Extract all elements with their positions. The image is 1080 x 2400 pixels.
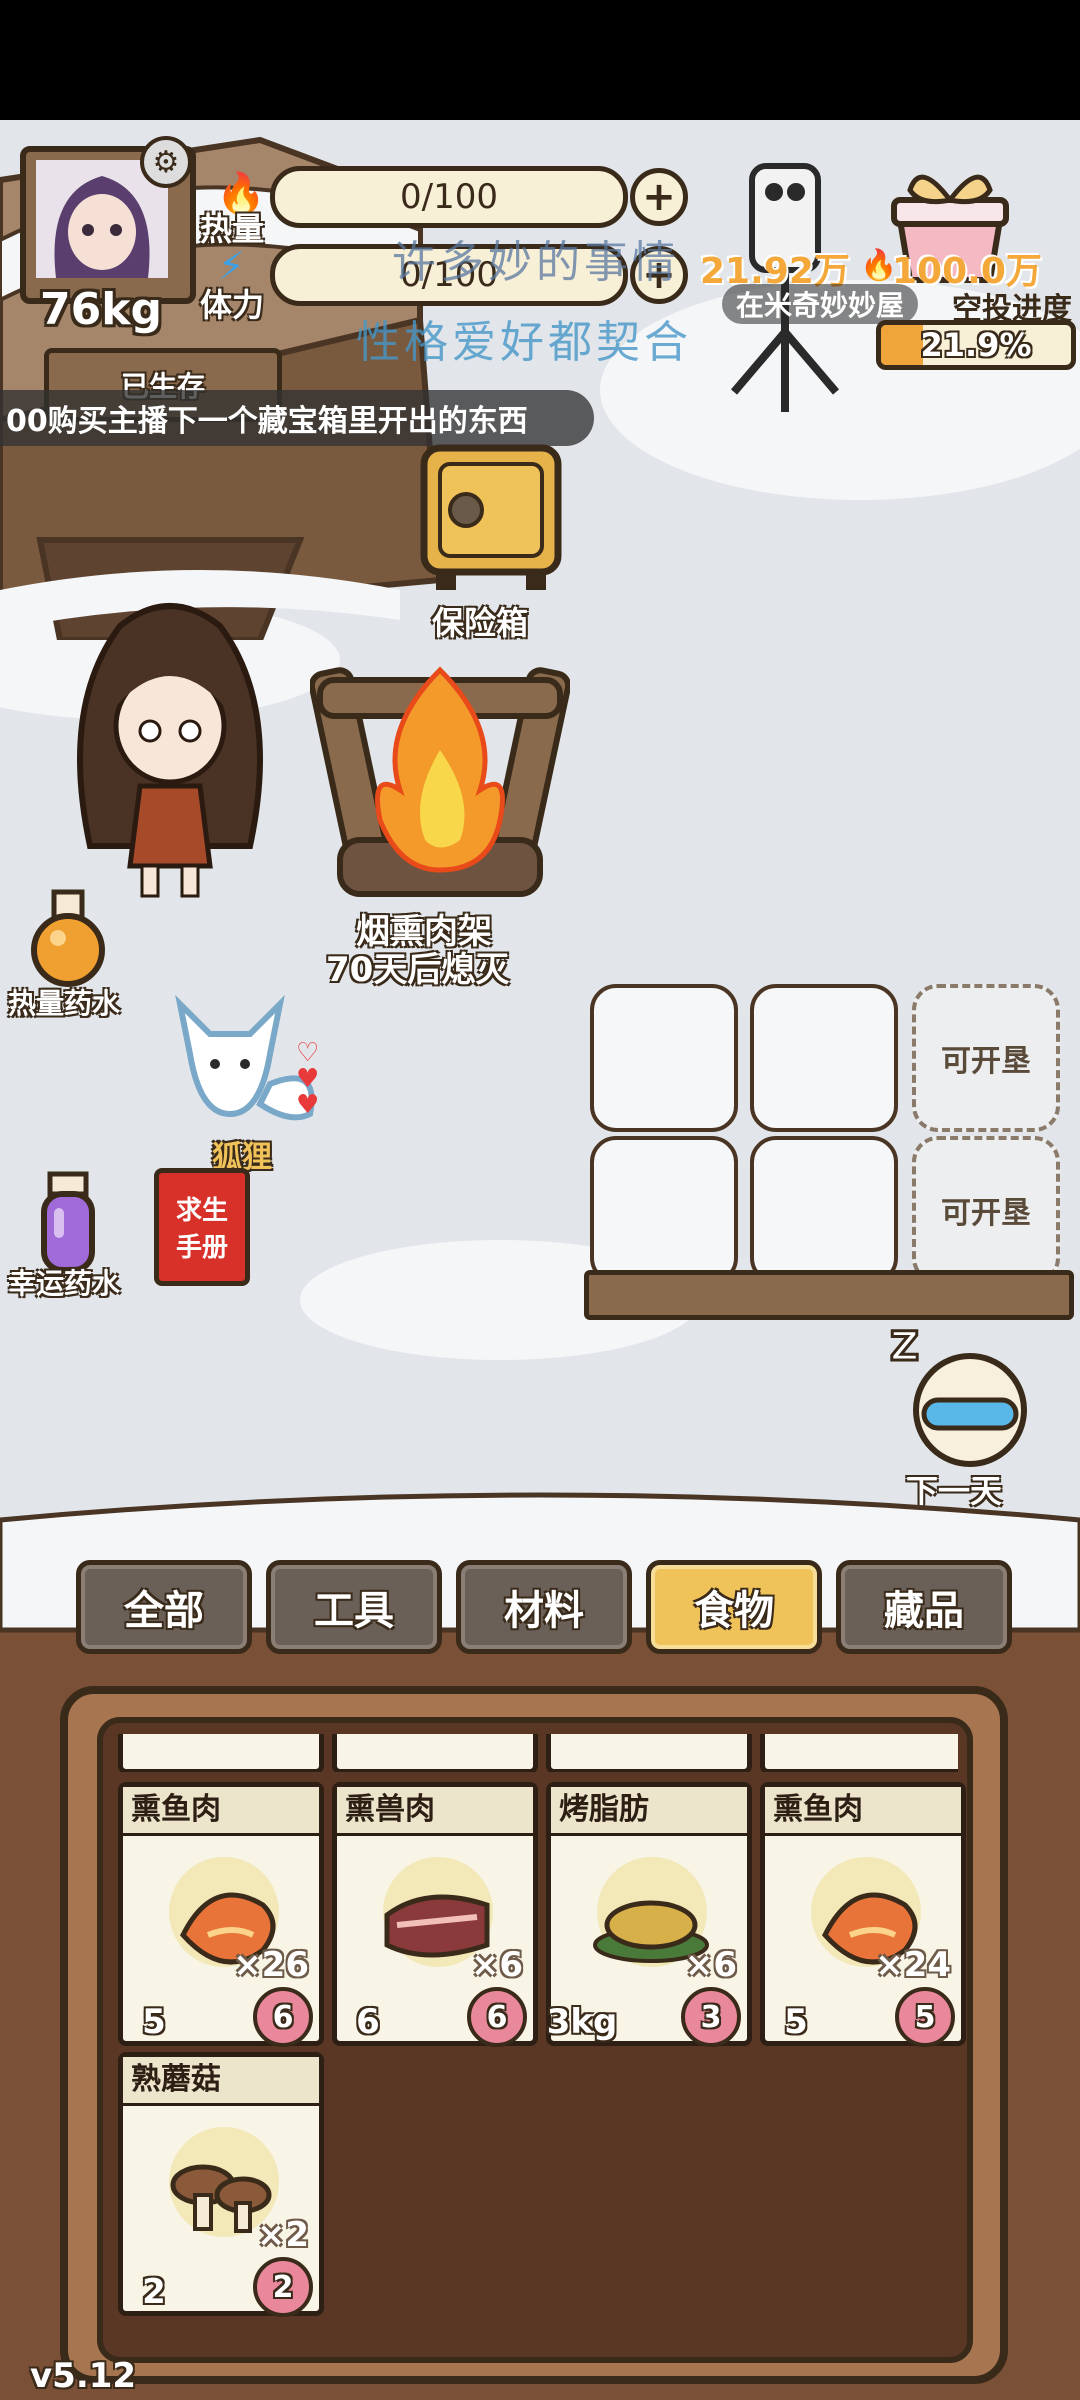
calorie-potion-icon[interactable] [26, 886, 110, 990]
item-quantity: ×24 [875, 1945, 951, 1985]
item-calorie-badge: 2 [142, 2272, 166, 2312]
fire-icon: 🔥 [860, 248, 898, 283]
safe-icon[interactable] [416, 440, 566, 600]
plot-open-1[interactable]: 可开垦 [912, 984, 1060, 1132]
luck-potion-icon[interactable] [26, 1168, 110, 1276]
watermark-line-1: 许多妙的事情 [392, 237, 680, 288]
item-stack-badge: 3 [681, 1987, 741, 2047]
inventory-item-card[interactable]: 烤脂肪 ×6 3kg 3 [546, 1782, 752, 2047]
item-calorie-badge: 5 [142, 2002, 166, 2042]
version-label: v5.12 [30, 2356, 137, 2396]
item-stack-badge: 5 [895, 1987, 955, 2047]
hearts-icon: ♡ ♥ ♥ [296, 1038, 320, 1120]
item-name: 烤脂肪 [551, 1787, 747, 1836]
channel-name: 在米奇妙妙屋 [722, 284, 919, 324]
item-name: 熟蘑菇 [123, 2057, 319, 2106]
smoker-rack-icon[interactable] [310, 640, 570, 910]
safe-label: 保险箱 [432, 604, 529, 642]
add-calories-button[interactable]: + [630, 168, 688, 226]
snow-plot[interactable] [750, 984, 898, 1132]
tab-4[interactable]: 藏品 [836, 1560, 1012, 1654]
item-quantity: ×6 [684, 1945, 737, 1985]
inventory-item-card[interactable]: 熏鱼肉 ×24 5 5 [760, 1782, 966, 2047]
item-calorie-badge: 3kg [546, 2002, 618, 2042]
character-sprite[interactable] [50, 586, 290, 906]
smoker-status: 70天后熄灭 [326, 950, 510, 990]
tab-0[interactable]: 全部 [76, 1560, 252, 1654]
snow-plot[interactable] [590, 1136, 738, 1284]
plot-open-2[interactable]: 可开垦 [912, 1136, 1060, 1284]
fence [584, 1270, 1074, 1320]
inventory-item-card[interactable]: 熟蘑菇 ×2 2 2 [118, 2052, 324, 2317]
stamina-label: 体力 [200, 286, 265, 324]
item-stack-badge: 6 [253, 1987, 313, 2047]
sleeping-girl-next-day-icon[interactable]: Z [880, 1320, 1030, 1470]
snow-plot[interactable] [750, 1136, 898, 1284]
survival-handbook-button[interactable]: 求生 手册 [154, 1168, 250, 1286]
player-weight: 76kg [40, 284, 162, 335]
tab-1[interactable]: 工具 [266, 1560, 442, 1654]
item-quantity: ×26 [233, 1945, 309, 1985]
item-quantity: ×2 [256, 2215, 309, 2255]
tab-2[interactable]: 材料 [456, 1560, 632, 1654]
handbook-line-1: 求生 [175, 1196, 228, 1226]
item-name: 熏鱼肉 [765, 1787, 961, 1836]
item-stack-badge: 6 [467, 1987, 527, 2047]
luck-potion-label: 幸运药水 [8, 1267, 121, 1300]
item-calorie-badge: 6 [356, 2002, 380, 2042]
inventory-item-card[interactable]: 熏鱼肉 ×26 5 6 [118, 1782, 324, 2047]
watermark-line-2: 性格爱好都契合 [356, 317, 692, 368]
svg-text:Z: Z [890, 1324, 919, 1370]
item-name: 熏鱼肉 [123, 1787, 319, 1836]
item-name: 熏兽肉 [337, 1787, 533, 1836]
airdrop-percent: 21.9% [920, 326, 1032, 364]
airdrop-progress-bar: 21.9% [876, 320, 1076, 370]
item-stack-badge: 2 [253, 2257, 313, 2317]
calorie-potion-label: 热量药水 [8, 987, 121, 1020]
settings-gear-icon[interactable]: ⚙ [140, 136, 192, 188]
tab-3[interactable]: 食物 [646, 1560, 822, 1654]
item-calorie-badge: 5 [784, 2002, 808, 2042]
item-quantity: ×6 [470, 1945, 523, 1985]
handbook-line-2: 手册 [175, 1233, 228, 1263]
calories-bar: 0/100 [270, 166, 628, 228]
snow-plot[interactable] [590, 984, 738, 1132]
inventory-item-card[interactable]: 熏兽肉 ×6 6 6 [332, 1782, 538, 2047]
scrolled-row [118, 1734, 958, 1772]
ticker-banner: 00购买主播下一个藏宝箱里开出的东西 [0, 390, 594, 446]
